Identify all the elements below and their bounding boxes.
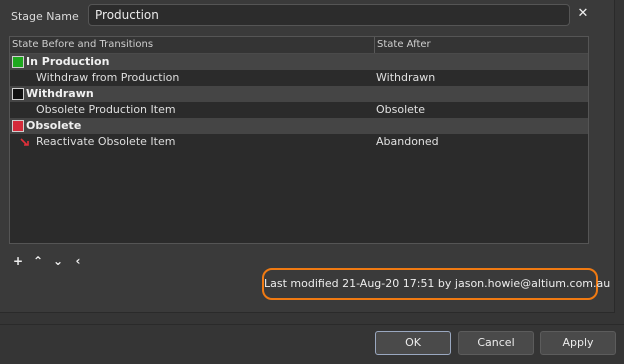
state-after: Withdrawn <box>376 71 436 84</box>
state-after: Abandoned <box>376 135 439 148</box>
transition-name: Obsolete Production Item <box>36 103 176 116</box>
close-icon[interactable]: ✕ <box>576 7 590 21</box>
cancel-button[interactable]: Cancel <box>458 331 534 355</box>
transition-row[interactable]: Withdraw from Production Withdrawn <box>10 70 588 86</box>
state-name: Obsolete <box>26 119 82 132</box>
column-header-state-before[interactable]: State Before and Transitions <box>12 39 153 50</box>
state-after: Obsolete <box>376 103 426 116</box>
state-color-swatch <box>12 88 24 100</box>
stage-name-input[interactable]: Production <box>88 4 570 26</box>
grid-header: State Before and Transitions State After <box>10 37 588 54</box>
state-name: In Production <box>26 55 110 68</box>
apply-button[interactable]: Apply <box>540 331 616 355</box>
transition-row[interactable]: Obsolete Production Item Obsolete <box>10 102 588 118</box>
state-group-row[interactable]: Withdrawn <box>10 86 588 102</box>
add-button[interactable]: + <box>11 254 25 268</box>
last-modified-info: Last modified 21-Aug-20 17:51 by jason.h… <box>262 268 610 300</box>
column-header-state-after[interactable]: State After <box>377 39 431 50</box>
state-group-row[interactable]: In Production <box>10 54 588 70</box>
move-down-button[interactable]: ⌄ <box>51 254 65 268</box>
divider <box>0 324 624 325</box>
state-name: Withdrawn <box>26 87 94 100</box>
collapse-button[interactable]: ‹ <box>71 254 85 268</box>
state-color-swatch <box>12 56 24 68</box>
reactivate-icon <box>20 138 29 146</box>
state-color-swatch <box>12 120 24 132</box>
transition-name: Reactivate Obsolete Item <box>36 135 176 148</box>
ok-button[interactable]: OK <box>375 331 451 355</box>
transition-name: Withdraw from Production <box>36 71 180 84</box>
column-separator[interactable] <box>374 37 375 53</box>
transitions-grid: State Before and Transitions State After… <box>9 36 589 244</box>
transition-row[interactable]: Reactivate Obsolete Item Abandoned <box>10 134 588 150</box>
move-up-button[interactable]: ⌃ <box>31 254 45 268</box>
state-group-row[interactable]: Obsolete <box>10 118 588 134</box>
stage-name-label: Stage Name <box>11 10 79 23</box>
